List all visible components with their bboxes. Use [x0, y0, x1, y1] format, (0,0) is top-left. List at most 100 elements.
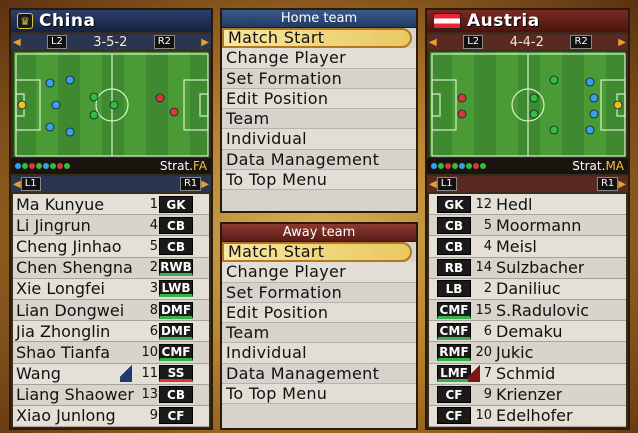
- player-marker: [17, 100, 27, 110]
- away-strategy-bar[interactable]: Strat.MA: [427, 158, 628, 174]
- menu-item-data-management[interactable]: Data Management: [222, 364, 416, 385]
- away-strategy-label: Strat.MA: [572, 159, 624, 173]
- menu-item-individual[interactable]: Individual: [222, 343, 416, 364]
- away-roster-bar[interactable]: ◀ L1 R1 ▶: [427, 176, 628, 192]
- away-team-panel: Austria ◀ L2 4-4-2 R2 ▶ Strat.MA ◀ L1 R1…: [425, 8, 630, 430]
- prev-arrow-icon[interactable]: ◀: [429, 179, 437, 190]
- l2-key[interactable]: L2: [463, 35, 484, 49]
- table-row[interactable]: Jia Zhonglin 6 DMF: [13, 321, 209, 343]
- table-row[interactable]: Liang Shaowen 13 CB: [13, 384, 209, 406]
- position-badge: RWB: [159, 259, 193, 277]
- r2-key[interactable]: R2: [153, 35, 175, 49]
- next-arrow-icon[interactable]: ▶: [201, 179, 209, 190]
- position-badge: RB: [437, 259, 471, 277]
- home-formation-bar[interactable]: ◀ L2 3-5-2 R2 ▶: [11, 34, 211, 50]
- player-name: Wang: [16, 364, 61, 384]
- next-arrow-icon[interactable]: ▶: [201, 37, 209, 48]
- position-badge: CMF: [437, 322, 471, 340]
- position-badge: CF: [159, 407, 193, 425]
- player-number: 8: [149, 302, 158, 318]
- away-formation-bar[interactable]: ◀ L2 4-4-2 R2 ▶: [427, 34, 628, 50]
- table-row[interactable]: LB 2 Daniliuc: [429, 278, 626, 300]
- l2-key[interactable]: L2: [46, 35, 67, 49]
- menu-item-to-top-menu[interactable]: To Top Menu: [222, 170, 416, 191]
- table-row[interactable]: Cheng Jinhao 5 CB: [13, 236, 209, 258]
- prev-arrow-icon[interactable]: ◀: [429, 37, 437, 48]
- player-marker: [585, 77, 595, 87]
- table-row[interactable]: GK 12 Hedl: [429, 194, 626, 216]
- player-name: Moormann: [496, 215, 582, 235]
- player-number: 6: [149, 323, 158, 339]
- table-row[interactable]: LMF 7 Schmid: [429, 363, 626, 385]
- menu-item-change-player[interactable]: Change Player: [222, 262, 416, 283]
- away-team-name: Austria: [467, 11, 540, 31]
- position-badge: CB: [159, 237, 193, 255]
- l1-key[interactable]: L1: [20, 177, 41, 191]
- menu-item-edit-position[interactable]: Edit Position: [222, 88, 416, 110]
- table-row[interactable]: CF 9 Krienzer: [429, 384, 626, 406]
- table-row[interactable]: Xiao Junlong 9 CF: [13, 405, 209, 428]
- position-badge: LMF: [437, 365, 471, 383]
- l1-key[interactable]: L1: [436, 177, 457, 191]
- away-team-header: Austria: [427, 10, 628, 32]
- prev-arrow-icon[interactable]: ◀: [13, 37, 21, 48]
- menu-item-data-management[interactable]: Data Management: [222, 150, 416, 171]
- menu-item-team[interactable]: Team: [222, 323, 416, 344]
- player-marker: [589, 93, 599, 103]
- next-arrow-icon[interactable]: ▶: [618, 37, 626, 48]
- home-roster-bar[interactable]: ◀ L1 R1 ▶: [11, 176, 211, 192]
- table-row[interactable]: RMF 20 Jukic: [429, 342, 626, 364]
- table-row[interactable]: CMF 15 S.Radulovic: [429, 299, 626, 322]
- away-menu-title: Away team: [222, 224, 416, 242]
- menu-item-match-start[interactable]: Match Start: [222, 28, 412, 49]
- away-player-markers: [457, 75, 623, 135]
- table-row[interactable]: Shao Tianfa 10 CMF: [13, 342, 209, 364]
- menu-item-set-formation[interactable]: Set Formation: [222, 283, 416, 303]
- position-badge: DMF: [159, 322, 193, 340]
- table-row[interactable]: CMF 6 Demaku: [429, 321, 626, 343]
- home-formation-pitch[interactable]: [13, 51, 209, 157]
- table-row[interactable]: Ma Kunyue 1 GK: [13, 194, 209, 216]
- player-number: 9: [483, 387, 492, 403]
- table-row[interactable]: Li Jingrun 4 CB: [13, 215, 209, 237]
- table-row[interactable]: CB 4 Meisl: [429, 236, 626, 258]
- prev-arrow-icon[interactable]: ◀: [13, 179, 21, 190]
- position-badge: LWB: [159, 280, 193, 298]
- table-row[interactable]: Wang 11 SS: [13, 363, 209, 385]
- menu-item-individual[interactable]: Individual: [222, 129, 416, 150]
- table-row[interactable]: Lian Dongwei 8 DMF: [13, 299, 209, 322]
- player-name: Schmid: [496, 364, 556, 384]
- home-team-header: ♛ China: [11, 10, 211, 32]
- position-badge: RMF: [437, 343, 471, 361]
- next-arrow-icon[interactable]: ▶: [618, 179, 626, 190]
- r1-key[interactable]: R1: [179, 177, 202, 191]
- player-number: 3: [149, 281, 158, 297]
- player-name: Jukic: [496, 342, 534, 362]
- player-marker: [457, 93, 467, 103]
- r2-key[interactable]: R2: [570, 35, 592, 49]
- player-name: Ma Kunyue: [16, 194, 105, 214]
- menu-item-edit-position[interactable]: Edit Position: [222, 302, 416, 324]
- position-badge: SS: [159, 365, 193, 383]
- table-row[interactable]: RB 14 Sulzbacher: [429, 257, 626, 279]
- away-team-menu: Away team Match Start Change Player Set Fo…: [220, 222, 418, 430]
- menu-item-match-start[interactable]: Match Start: [222, 242, 412, 263]
- position-badge: DMF: [159, 301, 193, 319]
- table-row[interactable]: Xie Longfei 3 LWB: [13, 278, 209, 300]
- menu-item-set-formation[interactable]: Set Formation: [222, 69, 416, 89]
- away-formation-pitch[interactable]: [429, 51, 626, 157]
- home-strategy-bar[interactable]: Strat.FA: [11, 158, 211, 174]
- table-row[interactable]: Chen Shengnan 2 RWB: [13, 257, 209, 279]
- menu-item-change-player[interactable]: Change Player: [222, 48, 416, 69]
- position-badge: CB: [159, 216, 193, 234]
- table-row[interactable]: CF 10 Edelhofer: [429, 405, 626, 428]
- player-name: Lian Dongwei: [16, 300, 125, 320]
- table-row[interactable]: CB 5 Moormann: [429, 215, 626, 237]
- home-menu-title: Home team: [222, 10, 416, 28]
- menu-item-to-top-menu[interactable]: To Top Menu: [222, 384, 416, 405]
- r1-key[interactable]: R1: [596, 177, 619, 191]
- home-team-menu: Home team Match Start Change Player Set Fo…: [220, 8, 418, 213]
- menu-item-team[interactable]: Team: [222, 109, 416, 130]
- player-name: Sulzbacher: [496, 258, 585, 278]
- player-number: 10: [475, 408, 492, 424]
